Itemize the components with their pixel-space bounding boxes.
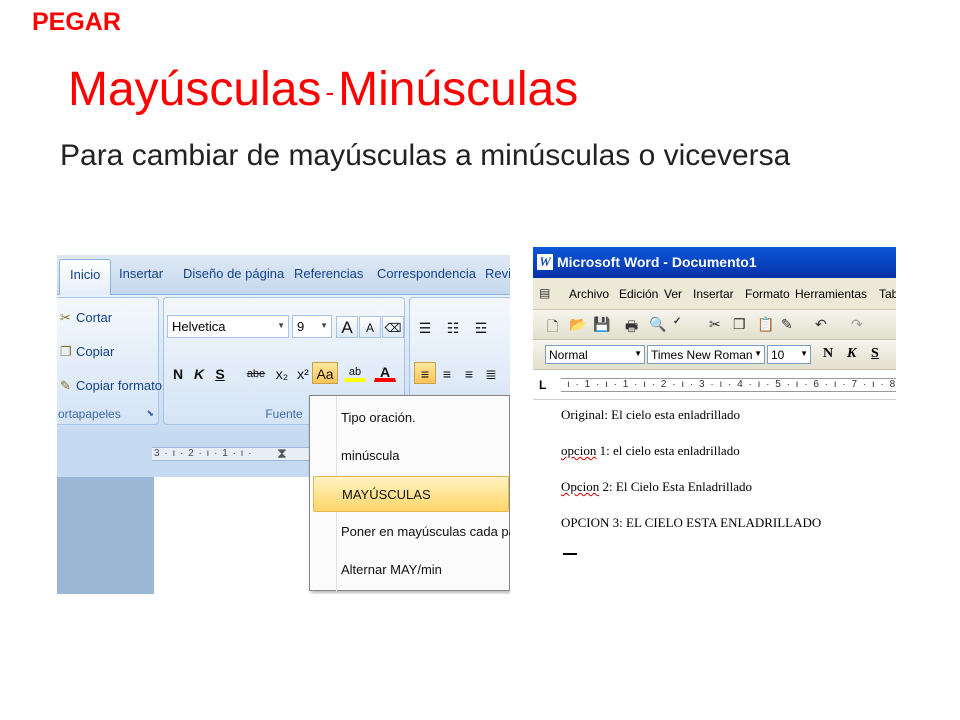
- tab-referencias[interactable]: Referencias: [294, 266, 363, 281]
- clipboard-group-label: ortapapeles: [58, 407, 121, 421]
- standard-toolbar: 🗋 📂 💾 🖶 🔍 ✓ ✂ ❐ 📋 ✎ ↶ ↷: [533, 310, 896, 340]
- menu-edicion[interactable]: Edición: [619, 287, 658, 301]
- tab-insertar[interactable]: Insertar: [119, 266, 163, 281]
- intro-text: Para cambiar de mayúsculas a minúsculas …: [60, 139, 791, 172]
- clipboard-group: ✂ Cortar ❐ Copiar ✎ Copiar formato ortapape…: [57, 297, 162, 425]
- dialog-launcher-icon[interactable]: ⬊: [146, 408, 154, 419]
- formatting-toolbar: Normal ▼ Times New Roman ▼ 10 ▼ N K S: [533, 340, 896, 370]
- brush-icon: ✎: [60, 378, 71, 393]
- numbering-icon[interactable]: ☷: [442, 316, 464, 338]
- menu-item-toggle-case[interactable]: Alternar MAY/min: [313, 552, 509, 588]
- menu-bar: ▤ Archivo Edición Ver Insertar Formato H…: [533, 278, 896, 310]
- title-left: Mayúsculas: [68, 63, 322, 116]
- menu-formato[interactable]: Formato: [745, 287, 790, 301]
- copy-button[interactable]: ❐ Copiar: [60, 344, 114, 360]
- title-separator: -: [325, 77, 335, 107]
- paste-icon[interactable]: 📋: [757, 316, 774, 333]
- size-combo[interactable]: 10 ▼: [767, 345, 811, 364]
- copy-icon: ❐: [60, 344, 72, 359]
- chevron-down-icon: ▼: [800, 349, 808, 358]
- window-title: Microsoft Word - Documento1: [557, 254, 757, 270]
- open-folder-icon[interactable]: 📂: [569, 316, 586, 333]
- slide-title: Mayúsculas -Minúsculas: [68, 62, 578, 117]
- justify-icon[interactable]: ≣: [480, 362, 502, 384]
- format-painter-button[interactable]: ✎ Copiar formato: [60, 378, 162, 394]
- change-case-menu: Tipo oración. minúscula MAYÚSCULAS Poner…: [309, 395, 510, 592]
- ribbon-tab-bar: Inicio Insertar Diseño de página Referen…: [57, 255, 510, 295]
- indent-marker-icon[interactable]: ⧗: [277, 445, 287, 462]
- window-titlebar: W Microsoft Word - Documento1: [533, 247, 896, 278]
- bold-button[interactable]: N: [823, 346, 833, 362]
- chevron-down-icon: ▼: [634, 349, 642, 358]
- document-icon[interactable]: ▤: [539, 286, 550, 300]
- ruler: L ı · 1 · ı · 1 · ı · 2 · ı · 3 · ı · 4 …: [533, 370, 896, 400]
- italic-button[interactable]: K: [847, 346, 856, 362]
- underline-button[interactable]: S: [871, 346, 879, 362]
- font-size-combo[interactable]: 9 ▼: [292, 315, 332, 338]
- new-document-icon[interactable]: 🗋: [547, 316, 558, 340]
- multilevel-list-icon[interactable]: ☲: [470, 316, 492, 338]
- bold-button[interactable]: N: [167, 362, 189, 384]
- document-line-original: Original: El cielo esta enladrillado: [561, 407, 741, 422]
- tab-selector[interactable]: L: [539, 378, 546, 392]
- italic-button[interactable]: K: [188, 362, 210, 384]
- highlight-button[interactable]: ab: [344, 360, 366, 382]
- text-cursor: [563, 553, 577, 555]
- menu-tabla[interactable]: Tab: [879, 287, 896, 301]
- tab-revision[interactable]: Revis: [485, 266, 510, 281]
- menu-item-sentence-case[interactable]: Tipo oración.: [313, 400, 509, 436]
- bullets-icon[interactable]: ☰: [414, 316, 436, 338]
- menu-archivo[interactable]: Archivo: [569, 287, 609, 301]
- print-preview-icon[interactable]: 🔍: [649, 316, 666, 333]
- cut-button[interactable]: ✂ Cortar: [60, 310, 112, 326]
- misspelled-word: opcion: [561, 443, 597, 458]
- chevron-down-icon: ▼: [277, 321, 285, 330]
- chevron-down-icon: ▼: [320, 321, 328, 330]
- title-right: Minúsculas: [338, 63, 579, 116]
- shrink-font-button[interactable]: A: [359, 316, 381, 338]
- menu-insertar[interactable]: Insertar: [693, 287, 734, 301]
- undo-icon[interactable]: ↶: [815, 316, 827, 333]
- ribbon-screenshot: Inicio Insertar Diseño de página Referen…: [57, 255, 510, 594]
- document-line-option-1: opcion 1: el cielo esta enladrillado: [561, 443, 740, 458]
- tab-correspondencia[interactable]: Correspondencia: [377, 266, 476, 281]
- change-case-button[interactable]: Aa: [312, 362, 338, 384]
- superscript-button[interactable]: x²: [292, 362, 314, 384]
- clear-format-icon[interactable]: ⌫: [382, 316, 404, 338]
- underline-button[interactable]: S: [209, 362, 231, 384]
- word-screenshot: W Microsoft Word - Documento1 ▤ Archivo …: [533, 247, 896, 597]
- print-icon[interactable]: 🖶: [625, 316, 638, 340]
- document-line-option-3: OPCION 3: EL CIELO ESTA ENLADRILLADO: [561, 515, 822, 530]
- tab-diseno[interactable]: Diseño de página: [183, 266, 284, 281]
- chevron-down-icon: ▼: [754, 349, 762, 358]
- word-logo-icon: W: [537, 254, 553, 270]
- tab-inicio[interactable]: Inicio: [59, 259, 112, 295]
- scissors-icon: ✂: [60, 310, 71, 325]
- ruler-scale: ı · 1 · ı · 1 · ı · 2 · ı · 3 · ı · 4 · …: [561, 378, 896, 392]
- style-combo[interactable]: Normal ▼: [545, 345, 645, 364]
- subscript-button[interactable]: x₂: [271, 362, 293, 384]
- menu-item-lowercase[interactable]: minúscula: [313, 438, 509, 474]
- menu-item-capitalize-each-word[interactable]: Poner en mayúsculas cada palabra: [313, 514, 510, 550]
- menu-ver[interactable]: Ver: [664, 287, 682, 301]
- redo-icon[interactable]: ↷: [851, 316, 863, 333]
- font-name-combo[interactable]: Helvetica ▼: [167, 315, 289, 338]
- top-label: PEGAR: [32, 8, 121, 36]
- copy-icon[interactable]: ❐: [733, 316, 746, 333]
- strikethrough-button[interactable]: abe: [243, 362, 269, 384]
- align-right-icon[interactable]: ≡: [458, 362, 480, 384]
- cut-icon[interactable]: ✂: [709, 316, 721, 333]
- document-line-option-2: Opcion 2: El Cielo Esta Enladrillado: [561, 479, 752, 494]
- font-color-button[interactable]: A: [374, 360, 396, 382]
- save-icon[interactable]: 💾: [593, 316, 610, 333]
- spelling-icon[interactable]: ✓: [673, 316, 681, 327]
- align-left-icon[interactable]: ≡: [414, 362, 436, 384]
- misspelled-word: Opcion: [561, 479, 600, 494]
- align-center-icon[interactable]: ≡: [436, 362, 458, 384]
- menu-herramientas[interactable]: Herramientas: [795, 287, 867, 301]
- format-painter-icon[interactable]: ✎: [781, 316, 793, 333]
- menu-item-uppercase[interactable]: MAYÚSCULAS: [313, 476, 509, 512]
- font-combo[interactable]: Times New Roman ▼: [647, 345, 765, 364]
- grow-font-button[interactable]: A: [336, 316, 358, 338]
